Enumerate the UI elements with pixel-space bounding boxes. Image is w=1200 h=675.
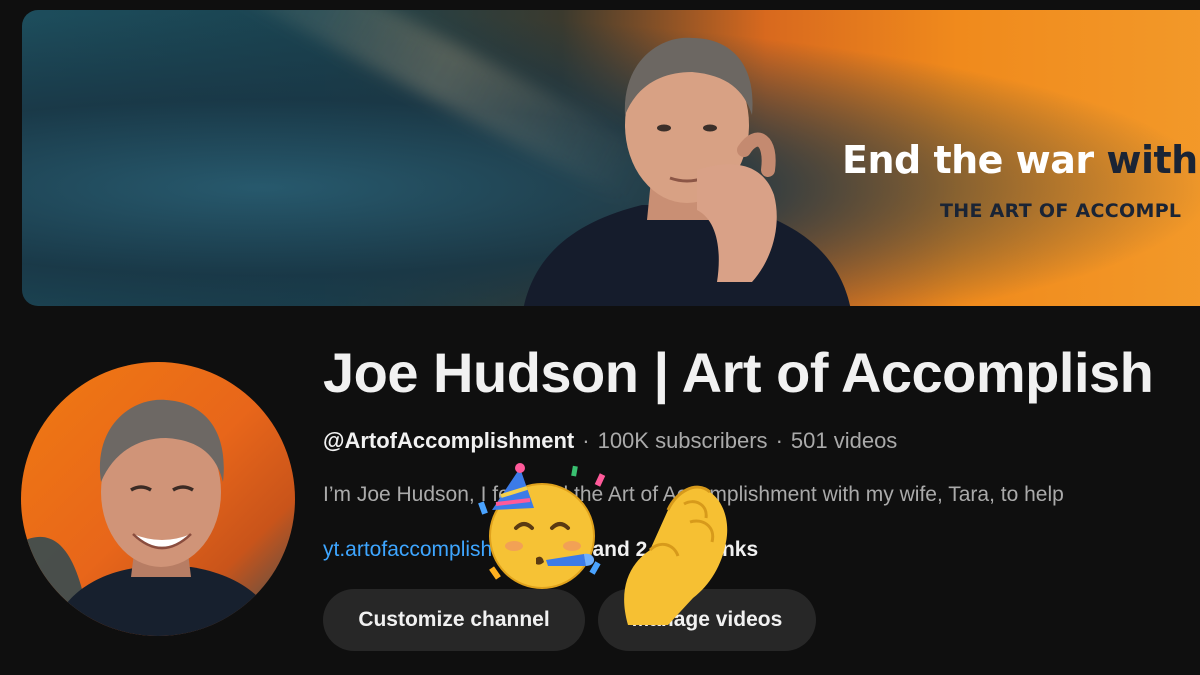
banner-headline-dark: with (1106, 138, 1198, 182)
avatar-portrait (21, 399, 281, 636)
video-count: 501 videos (790, 428, 898, 453)
channel-meta: @ArtofAccomplishment · 100K subscribers · 50… (323, 428, 897, 454)
channel-handle: @ArtofAccomplishment (323, 428, 575, 453)
banner-portrait (524, 37, 850, 306)
banner-headline-light: End the war (842, 138, 1107, 182)
partying-face-icon (478, 463, 606, 589)
channel-banner: End the war with THE ART OF ACCOMPL (22, 10, 1200, 306)
channel-avatar[interactable] (21, 362, 295, 636)
meta-separator: · (775, 428, 783, 453)
customize-channel-button[interactable]: Customize channel (323, 589, 585, 651)
banner-headline: End the war with (842, 138, 1198, 182)
channel-page: End the war with THE ART OF ACCOMPL Joe … (0, 0, 1200, 675)
pinched-fingers-icon (624, 485, 728, 625)
subscriber-count: 100K subscribers (597, 428, 768, 453)
banner-tagline: THE ART OF ACCOMPL (940, 200, 1182, 222)
channel-title: Joe Hudson | Art of Accomplish (323, 341, 1154, 404)
meta-separator: · (582, 428, 590, 453)
